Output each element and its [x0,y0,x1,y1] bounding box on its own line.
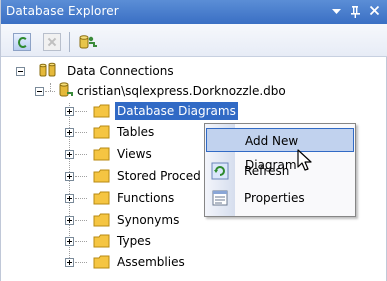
toolbar [1,24,387,57]
expand-icon[interactable] [65,172,74,181]
tree-label: Synonyms [117,213,180,227]
tree-connector [75,132,87,134]
folder-icon [93,169,111,183]
menu-item-refresh[interactable]: Refresh [206,159,354,183]
folder-icon [93,191,111,205]
tree-connector [75,111,87,113]
folder-icon [93,147,111,161]
properties-icon [211,189,229,207]
folder-icon [93,255,111,269]
tree-label: Views [117,147,152,161]
tree-label: Tables [117,125,155,139]
tree-row-types[interactable]: Types [1,231,387,251]
tree-row-connection[interactable]: cristian\sqlexpress.Dorknozzle.dbo [1,81,387,101]
menu-item-label: Refresh [244,164,290,178]
tree-connector [45,91,55,93]
collapse-icon[interactable] [16,67,25,76]
tree-label: Assemblies [117,255,185,269]
expand-icon[interactable] [65,237,74,246]
folder-icon [93,213,111,227]
expand-icon[interactable] [65,258,74,267]
refresh-icon[interactable] [13,33,31,51]
context-menu: Add New Diagram Refresh Properties [204,123,356,217]
expand-icon[interactable] [65,128,74,137]
collapse-icon[interactable] [35,87,44,96]
expand-icon[interactable] [65,194,74,203]
window-title: Database Explorer [6,4,119,18]
tree-label: Data Connections [67,64,174,78]
menu-item-properties[interactable]: Properties [206,186,354,210]
tree-row-database-diagrams[interactable]: Database Diagrams [1,101,387,121]
database-connection-icon [57,82,75,97]
menu-item-add-new-diagram[interactable]: Add New Diagram [206,128,354,172]
tree-label: Functions [117,191,175,205]
close-icon[interactable] [367,3,382,19]
expand-icon[interactable] [65,216,74,225]
expand-icon[interactable] [65,150,74,159]
tree-label: Types [117,234,151,248]
database-explorer-window: Database Explorer Data Connections crist… [0,0,387,281]
auto-hide-pin-icon[interactable] [348,3,363,19]
mouse-cursor-icon [297,149,317,173]
window-position-dropdown-icon[interactable] [329,3,344,19]
tree-connector [75,198,87,200]
expand-icon[interactable] [65,107,74,116]
refresh-icon [211,162,229,180]
tree-label: Stored Proced [117,169,201,183]
title-bar[interactable]: Database Explorer [1,0,387,24]
tree-label: cristian\sqlexpress.Dorknozzle.dbo [77,84,286,98]
tree-connector [75,262,87,264]
data-connections-icon [39,62,57,77]
tree-row-assemblies[interactable]: Assemblies [1,252,387,272]
menu-item-label: Properties [244,191,305,205]
tree-connector [75,176,87,178]
folder-icon [93,125,111,139]
tree-connector [75,220,87,222]
connect-to-database-icon[interactable] [77,33,97,51]
folder-icon [93,104,111,118]
stop-refresh-icon[interactable] [43,33,61,51]
tree-connector [75,241,87,243]
folder-icon [93,234,111,248]
tree-label: Database Diagrams [115,102,238,120]
tree-row-data-connections[interactable]: Data Connections [1,61,387,81]
toolbar-separator [69,32,70,52]
tree-connector [75,154,87,156]
